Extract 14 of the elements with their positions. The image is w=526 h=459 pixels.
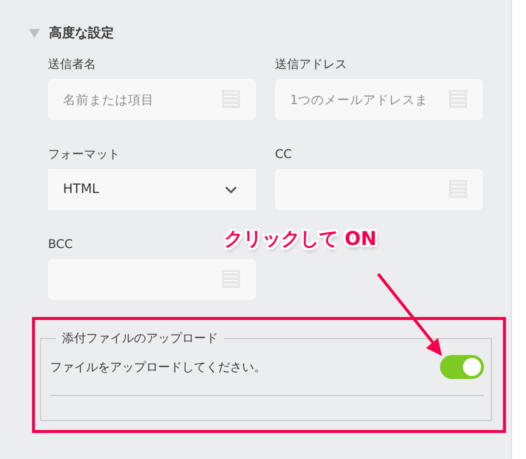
field-label: 送信アドレス (275, 57, 347, 72)
field-label: 送信者名 (48, 57, 96, 72)
field-label: BCC (48, 237, 73, 252)
field-label: CC (275, 147, 292, 162)
section-title: 高度な設定 (49, 24, 114, 42)
toggle-switch[interactable] (440, 355, 484, 379)
input-field[interactable]: 名前または項目 (48, 79, 256, 120)
format-select[interactable]: HTML (48, 169, 256, 210)
upload-label: ファイルをアップロードしてください。 (50, 358, 266, 376)
disclosure-triangle-icon[interactable] (29, 28, 40, 38)
input-field[interactable]: 1つのメールアドレスま (275, 79, 483, 120)
group-legend: 添付ファイルのアップロード (56, 330, 224, 347)
field-label: フォーマット (48, 147, 120, 162)
annotation-text: クリックして ON (224, 227, 377, 252)
